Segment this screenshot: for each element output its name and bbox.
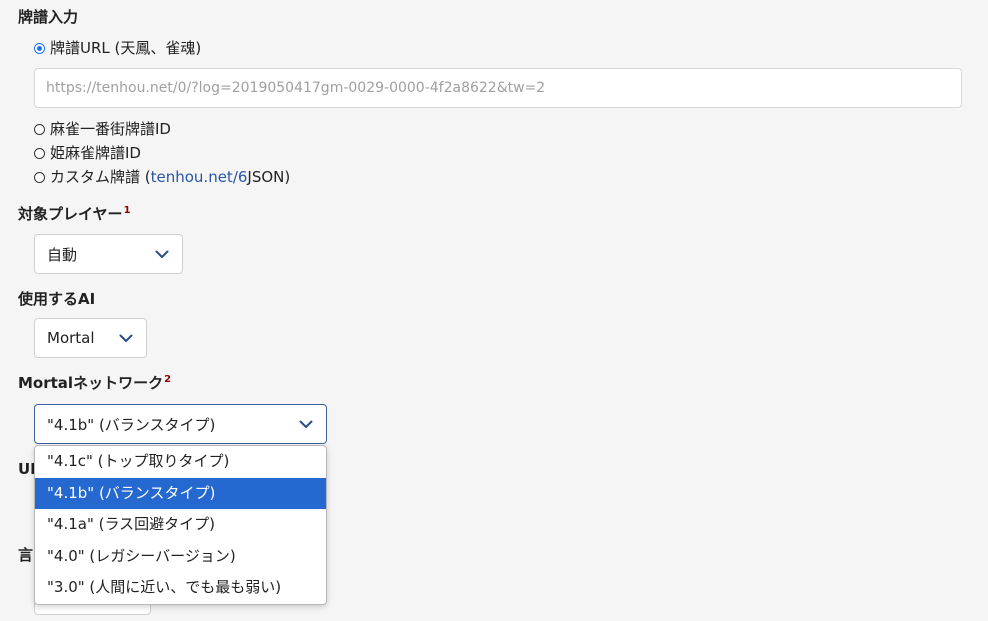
radio-custom-kifu[interactable]: カスタム牌譜 (tenhou.net/6 JSON) xyxy=(34,167,290,187)
network-select[interactable]: "4.1b" (バランスタイプ) xyxy=(34,404,327,444)
target-player-select[interactable]: 自動 xyxy=(34,234,183,274)
radio-hime-mahjong-id[interactable]: 姫麻雀牌譜ID xyxy=(34,143,141,163)
language-heading-partial: 言 xyxy=(18,546,34,564)
network-option-highlighted[interactable]: "4.1b" (バランスタイプ) xyxy=(35,477,326,510)
network-option[interactable]: "4.1a" (ラス回避タイプ) xyxy=(35,509,326,541)
network-option[interactable]: "3.0" (人間に近い、でも最も弱い) xyxy=(35,572,326,604)
kifu-input-title: 牌譜入力 xyxy=(18,8,79,26)
network-option[interactable]: "4.1c" (トップ取りタイプ) xyxy=(35,446,326,478)
radio-indicator[interactable] xyxy=(34,171,45,183)
footnote-1[interactable]: 1 xyxy=(124,205,131,216)
network-option[interactable]: "4.0" (レガシーバージョン) xyxy=(35,541,326,573)
radio-hime-mahjong-id-label: 姫麻雀牌譜ID xyxy=(50,144,141,162)
chevron-down-icon xyxy=(299,420,313,428)
ai-selected-value: Mortal xyxy=(47,329,95,347)
network-selected-value: "4.1b" (バランスタイプ) xyxy=(47,415,216,434)
radio-kifu-url-label: 牌譜URL (天鳳、雀魂) xyxy=(50,39,202,57)
network-heading: Mortalネットワーク2 xyxy=(18,373,171,393)
chevron-down-icon xyxy=(119,334,133,342)
ai-title: 使用するAI xyxy=(18,290,96,308)
target-player-title: 対象プレイヤー xyxy=(18,205,123,223)
ai-select[interactable]: Mortal xyxy=(34,318,147,358)
radio-indicator[interactable] xyxy=(34,147,45,159)
radio-custom-kifu-label-suffix: JSON) xyxy=(247,168,291,186)
network-dropdown-list[interactable]: "4.1c" (トップ取りタイプ) "4.1b" (バランスタイプ) "4.1a… xyxy=(34,445,327,605)
chevron-down-icon xyxy=(155,250,169,258)
radio-custom-kifu-label-prefix: カスタム牌譜 ( xyxy=(50,168,151,186)
footnote-2[interactable]: 2 xyxy=(164,374,171,385)
tenhou6-link[interactable]: tenhou.net/6 xyxy=(151,167,248,187)
radio-riichi-city-id[interactable]: 麻雀一番街牌譜ID xyxy=(34,119,171,139)
kifu-input-heading: 牌譜入力 xyxy=(18,7,78,27)
network-title: Mortalネットワーク xyxy=(18,374,164,392)
ai-heading: 使用するAI xyxy=(18,289,95,309)
radio-indicator-checked[interactable] xyxy=(34,42,45,54)
target-player-selected-value: 自動 xyxy=(47,245,78,264)
radio-riichi-city-id-label: 麻雀一番街牌譜ID xyxy=(50,120,171,138)
kifu-url-input[interactable] xyxy=(34,68,962,108)
radio-kifu-url[interactable]: 牌譜URL (天鳳、雀魂) xyxy=(34,38,201,58)
target-player-heading: 対象プレイヤー1 xyxy=(18,204,131,224)
radio-indicator[interactable] xyxy=(34,123,45,135)
